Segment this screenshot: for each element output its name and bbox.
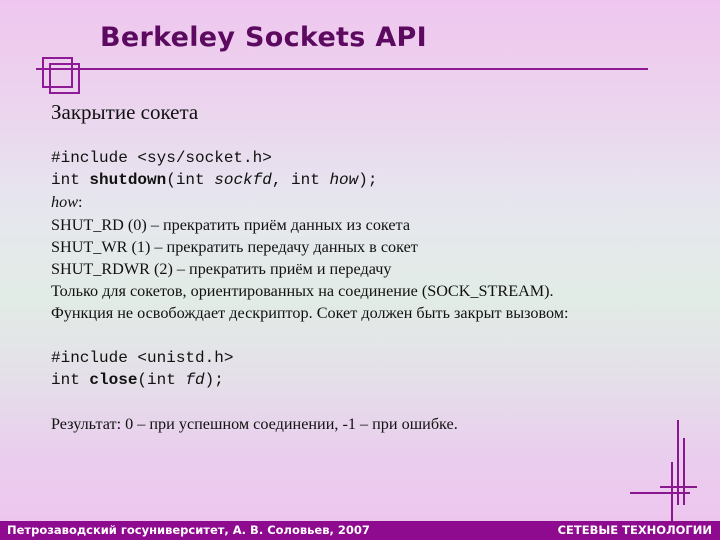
function-name-close: close [89,370,138,389]
option-shut-rd: SHUT_RD (0) – прекратить приём данных из… [51,215,411,234]
code-include-socket: #include <sys/socket.h> [51,149,272,167]
param-how: how [329,171,359,190]
footer-course: СЕТЕВЫЕ ТЕХНОЛОГИИ [557,523,712,537]
how-label: how [51,193,78,212]
code-paren-close: ); [204,370,224,389]
code-paren-open: (int [166,171,215,190]
footer-author: Петрозаводский госуниверситет, А. В. Сол… [7,523,370,537]
slide-subtitle: Закрытие сокета [51,100,199,124]
result-text: Результат: 0 – при успешном соединении, … [51,415,458,434]
how-colon: : [78,193,83,212]
code-separator: , int [271,171,330,190]
param-fd: fd [185,370,205,389]
note-close-required: Функция не освобождает дескриптор. Сокет… [51,304,569,323]
option-shut-wr: SHUT_WR (1) – прекратить передачу данных… [51,237,418,256]
param-sockfd: sockfd [214,171,272,190]
footer-bar: Петрозаводский госуниверситет, А. В. Сол… [0,521,720,540]
code-type: int [51,370,90,389]
option-shut-rdwr: SHUT_RDWR (2) – прекратить приём и перед… [51,259,392,278]
code-paren-open: (int [137,370,186,389]
code-shutdown-signature: int shutdown(int sockfd, int how); [51,169,569,191]
slide-body: #include <sys/socket.h> int shutdown(int… [51,147,569,435]
code-paren-close: ); [358,171,378,190]
how-label-line: how: [51,191,569,213]
code-type: int [51,171,90,190]
title-underline [36,68,648,70]
function-name-shutdown: shutdown [89,171,167,190]
code-close-signature: int close(int fd); [51,369,569,391]
slide-title: Berkeley Sockets API [100,22,427,53]
code-include-unistd: #include <unistd.h> [51,348,234,367]
note-stream-only: Только для сокетов, ориентированных на с… [51,282,554,301]
